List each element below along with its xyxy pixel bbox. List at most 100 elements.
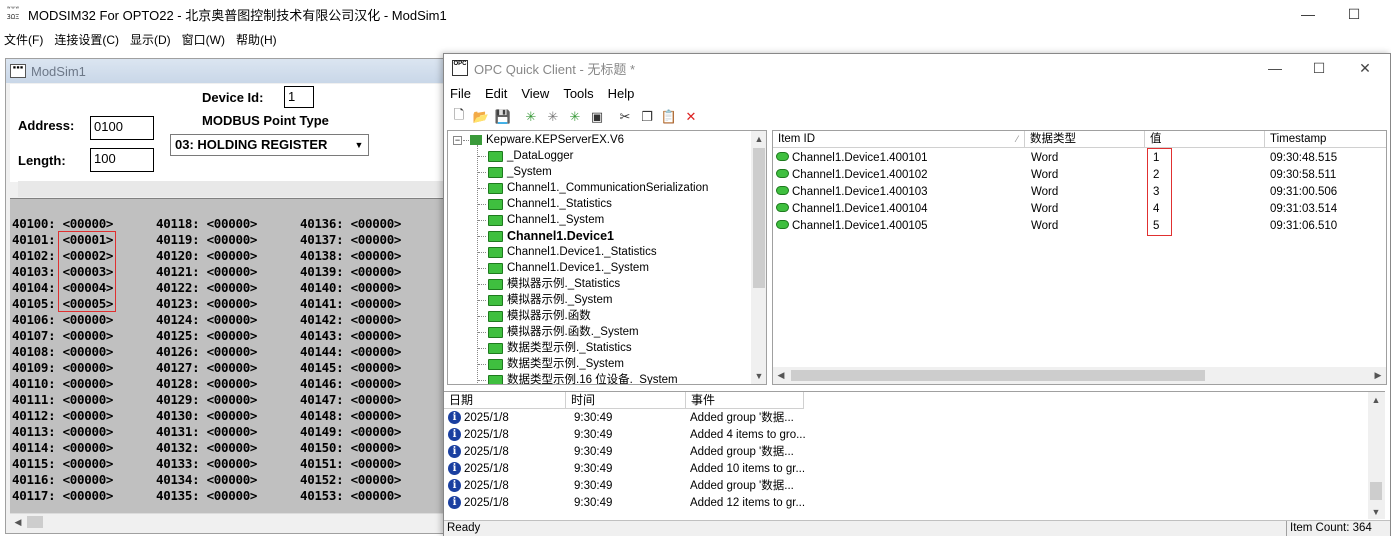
register-value[interactable]: 40128: <00000> xyxy=(156,376,257,392)
opc-menu-tools[interactable]: Tools xyxy=(557,86,601,101)
register-value[interactable]: 40136: <00000> xyxy=(300,216,401,232)
register-value[interactable]: 40106: <00000> xyxy=(12,312,113,328)
point-type-select[interactable]: 03: HOLDING REGISTER ▼ xyxy=(170,134,369,156)
register-value[interactable]: 40140: <00000> xyxy=(300,280,401,296)
tree-item[interactable]: 数据类型示例._Statistics xyxy=(488,340,632,356)
collapse-icon[interactable]: − xyxy=(453,136,462,145)
register-value[interactable]: 40150: <00000> xyxy=(300,440,401,456)
tree-root[interactable]: Kepware.KEPServerEX.V6 xyxy=(470,132,624,148)
register-value[interactable]: 40125: <00000> xyxy=(156,328,257,344)
register-value[interactable]: 40151: <00000> xyxy=(300,456,401,472)
minimize-icon[interactable]: — xyxy=(1252,54,1298,82)
menu-connection[interactable]: 连接设置(C) xyxy=(50,31,126,48)
register-value[interactable]: 40115: <00000> xyxy=(12,456,113,472)
chevron-down-icon[interactable]: ▼ xyxy=(351,136,367,154)
register-value[interactable]: 40123: <00000> xyxy=(156,296,257,312)
item-cell-type[interactable]: Word xyxy=(1031,218,1058,235)
register-value[interactable]: 40100: <00000> xyxy=(12,216,113,232)
maximize-icon[interactable]: ☐ xyxy=(1331,0,1377,28)
tree-item[interactable]: Channel1.Device1._Statistics xyxy=(488,244,657,260)
properties-icon[interactable]: ▣ xyxy=(586,107,608,127)
menu-window[interactable]: 窗口(W) xyxy=(178,31,232,48)
address-field[interactable]: 0100 xyxy=(90,116,154,140)
delete-icon[interactable]: ✕ xyxy=(680,107,702,127)
register-value[interactable]: 40102: <00002> xyxy=(12,248,113,264)
register-value[interactable]: 40142: <00000> xyxy=(300,312,401,328)
item-cell-id[interactable]: Channel1.Device1.400103 xyxy=(776,184,928,201)
item-cell-type[interactable]: Word xyxy=(1031,201,1058,218)
scroll-thumb[interactable] xyxy=(753,148,765,288)
tree-item[interactable]: Channel1.Device1 xyxy=(488,228,614,244)
register-value[interactable]: 40147: <00000> xyxy=(300,392,401,408)
register-value[interactable]: 40113: <00000> xyxy=(12,424,113,440)
tree-vertical-scrollbar[interactable]: ▲ ▼ xyxy=(751,131,766,384)
column-header-item-id[interactable]: Item ID ⁄ xyxy=(773,131,1025,148)
register-value[interactable]: 40109: <00000> xyxy=(12,360,113,376)
register-value[interactable]: 40148: <00000> xyxy=(300,408,401,424)
column-header-value[interactable]: 值 xyxy=(1145,131,1265,148)
device-id-field[interactable]: 1 xyxy=(284,86,314,108)
item-cell-value[interactable]: 4 xyxy=(1153,201,1159,218)
new-server-icon[interactable]: ✳ xyxy=(520,107,542,127)
tree-item[interactable]: Channel1._Statistics xyxy=(488,196,612,212)
item-cell-type[interactable]: Word xyxy=(1031,167,1058,184)
open-folder-icon[interactable]: 📂 xyxy=(470,107,492,127)
register-value[interactable]: 40110: <00000> xyxy=(12,376,113,392)
opc-title-bar[interactable]: OPC OPC Quick Client - 无标题 * — ☐ ✕ xyxy=(444,54,1391,82)
tree-item[interactable]: 模拟器示例.函数._System xyxy=(488,324,639,340)
log-header-date[interactable]: 日期 xyxy=(444,392,566,409)
tree-item[interactable]: 模拟器示例._System xyxy=(488,292,612,308)
tree-item[interactable]: 模拟器示例.函数 xyxy=(488,308,591,324)
item-cell-id[interactable]: Channel1.Device1.400102 xyxy=(776,167,928,184)
tree-item[interactable]: 数据类型示例._System xyxy=(488,356,624,372)
menu-file[interactable]: 文件(F) xyxy=(0,31,50,48)
register-value[interactable]: 40144: <00000> xyxy=(300,344,401,360)
register-value[interactable]: 40138: <00000> xyxy=(300,248,401,264)
column-header-timestamp[interactable]: Timestamp xyxy=(1265,131,1386,148)
item-cell-ts[interactable]: 09:31:06.510 xyxy=(1270,218,1337,235)
register-value[interactable]: 40139: <00000> xyxy=(300,264,401,280)
register-value[interactable]: 40126: <00000> xyxy=(156,344,257,360)
item-cell-value[interactable]: 2 xyxy=(1153,167,1159,184)
register-value[interactable]: 40119: <00000> xyxy=(156,232,257,248)
modsim-title-bar[interactable]: ▪▪▪ ModSim1 xyxy=(6,59,449,83)
scroll-down-icon[interactable]: ▼ xyxy=(751,368,766,384)
modsim-horizontal-scrollbar[interactable]: ◀ xyxy=(10,513,447,530)
scroll-thumb[interactable] xyxy=(791,370,1205,381)
register-value[interactable]: 40132: <00000> xyxy=(156,440,257,456)
new-item-icon[interactable]: ✳ xyxy=(564,107,586,127)
register-value[interactable]: 40149: <00000> xyxy=(300,424,401,440)
maximize-icon[interactable]: ☐ xyxy=(1296,54,1342,82)
close-icon[interactable]: ✕ xyxy=(1342,54,1388,82)
paste-icon[interactable]: 📋 xyxy=(658,107,680,127)
opc-menu-edit[interactable]: Edit xyxy=(479,86,515,101)
register-value[interactable]: 40114: <00000> xyxy=(12,440,113,456)
item-cell-value[interactable]: 5 xyxy=(1153,218,1159,235)
minimize-icon[interactable]: — xyxy=(1285,0,1331,28)
register-value[interactable]: 40134: <00000> xyxy=(156,472,257,488)
register-value[interactable]: 40124: <00000> xyxy=(156,312,257,328)
tree-item[interactable]: _DataLogger xyxy=(488,148,574,164)
log-header-time[interactable]: 时间 xyxy=(566,392,686,409)
new-file-icon[interactable]: 🗋 xyxy=(448,107,470,127)
register-value[interactable]: 40108: <00000> xyxy=(12,344,113,360)
tree-item[interactable]: 数据类型示例.16 位设备._System xyxy=(488,372,678,384)
register-value[interactable]: 40121: <00000> xyxy=(156,264,257,280)
items-horizontal-scrollbar[interactable]: ◀ ▶ xyxy=(773,367,1386,384)
register-value[interactable]: 40137: <00000> xyxy=(300,232,401,248)
scroll-thumb[interactable] xyxy=(1370,482,1382,500)
scroll-left-icon[interactable]: ◀ xyxy=(10,514,26,530)
register-value[interactable]: 40152: <00000> xyxy=(300,472,401,488)
register-value[interactable]: 40135: <00000> xyxy=(156,488,257,504)
tree-item[interactable]: Channel1._CommunicationSerialization xyxy=(488,180,708,196)
menu-help[interactable]: 帮助(H) xyxy=(232,31,284,48)
column-header-data-type[interactable]: 数据类型 xyxy=(1025,131,1145,148)
register-value[interactable]: 40117: <00000> xyxy=(12,488,113,504)
register-value[interactable]: 40130: <00000> xyxy=(156,408,257,424)
log-vertical-scrollbar[interactable]: ▲ ▼ xyxy=(1368,392,1385,519)
log-header-event[interactable]: 事件 xyxy=(686,392,804,409)
register-value[interactable]: 40122: <00000> xyxy=(156,280,257,296)
register-value[interactable]: 40103: <00003> xyxy=(12,264,113,280)
register-value[interactable]: 40143: <00000> xyxy=(300,328,401,344)
register-value[interactable]: 40129: <00000> xyxy=(156,392,257,408)
